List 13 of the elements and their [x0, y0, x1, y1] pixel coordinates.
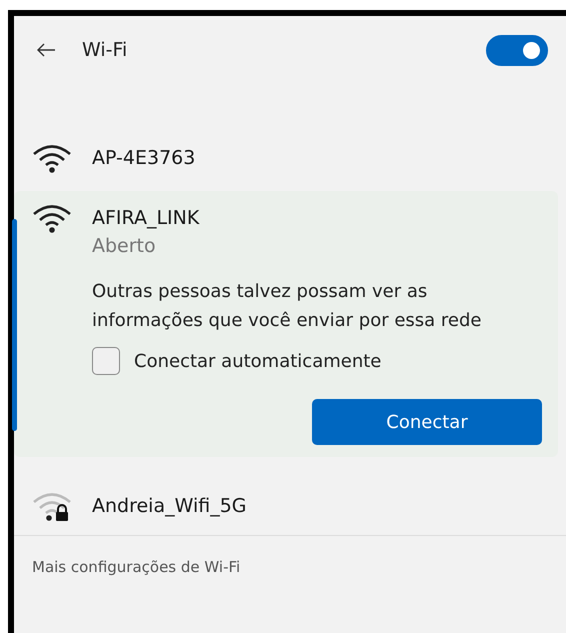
network-card[interactable]: AFIRA_LINK Aberto Outras pessoas talvez possam ver as informações que você enviar por essa rede Conectar automaticamente Conectar: [14, 191, 558, 457]
network-name: AFIRA_LINK: [92, 206, 200, 231]
page-title: Wi-Fi: [82, 39, 128, 61]
network-name[interactable]: AP-4E3763: [92, 143, 196, 173]
security-warning: Outras pessoas talvez possam ver as informações que você enviar por essa rede: [92, 280, 482, 333]
auto-connect-checkbox[interactable]: [92, 347, 120, 375]
connect-button[interactable]: Conectar: [312, 399, 542, 445]
network-name[interactable]: Andreia_Wifi_5G: [92, 491, 247, 521]
settings-link[interactable]: Mais configurações de Wi-Fi: [32, 558, 240, 576]
back-arrow-icon[interactable]: [36, 42, 56, 58]
wifi-toggle[interactable]: [486, 34, 548, 66]
checkbox-label: Conectar automaticamente: [134, 350, 382, 372]
network-status: Aberto: [92, 234, 157, 259]
